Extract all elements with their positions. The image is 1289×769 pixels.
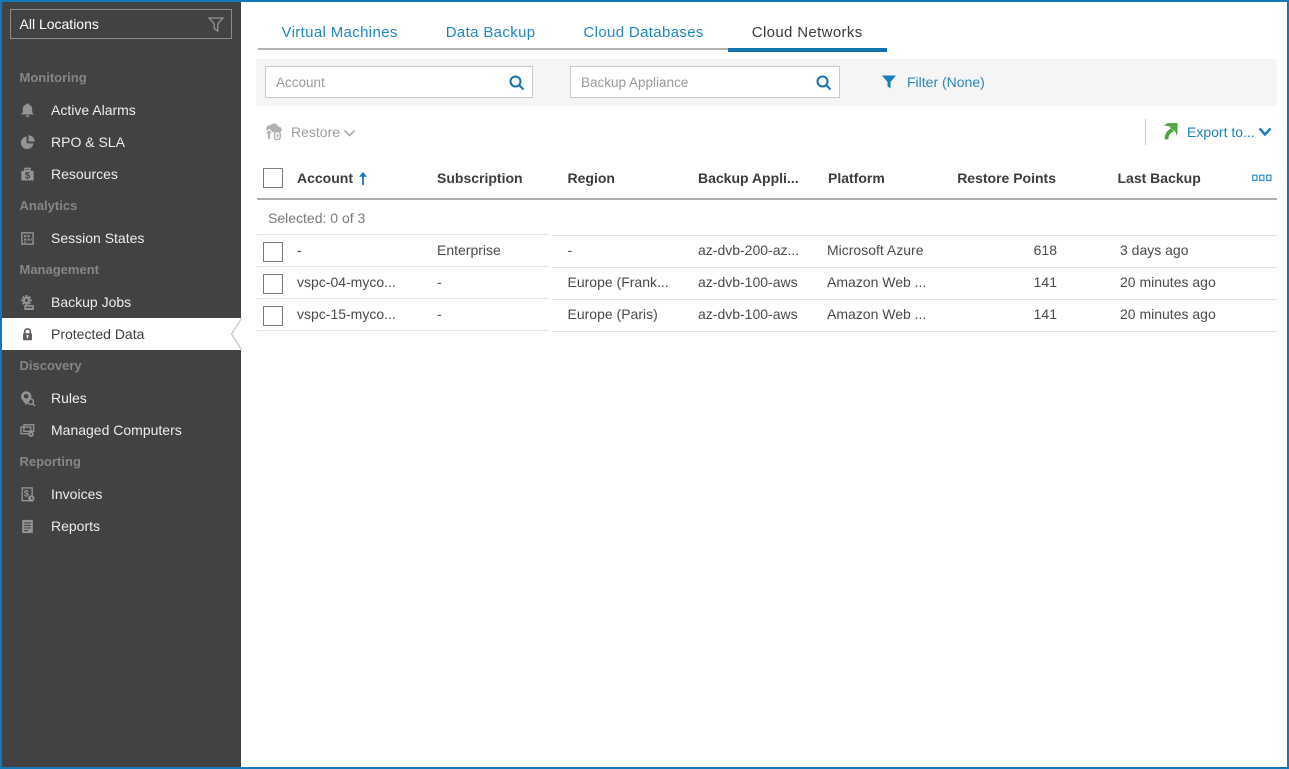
svg-text:$: $ [23,488,28,498]
svg-text:$: $ [24,170,30,181]
